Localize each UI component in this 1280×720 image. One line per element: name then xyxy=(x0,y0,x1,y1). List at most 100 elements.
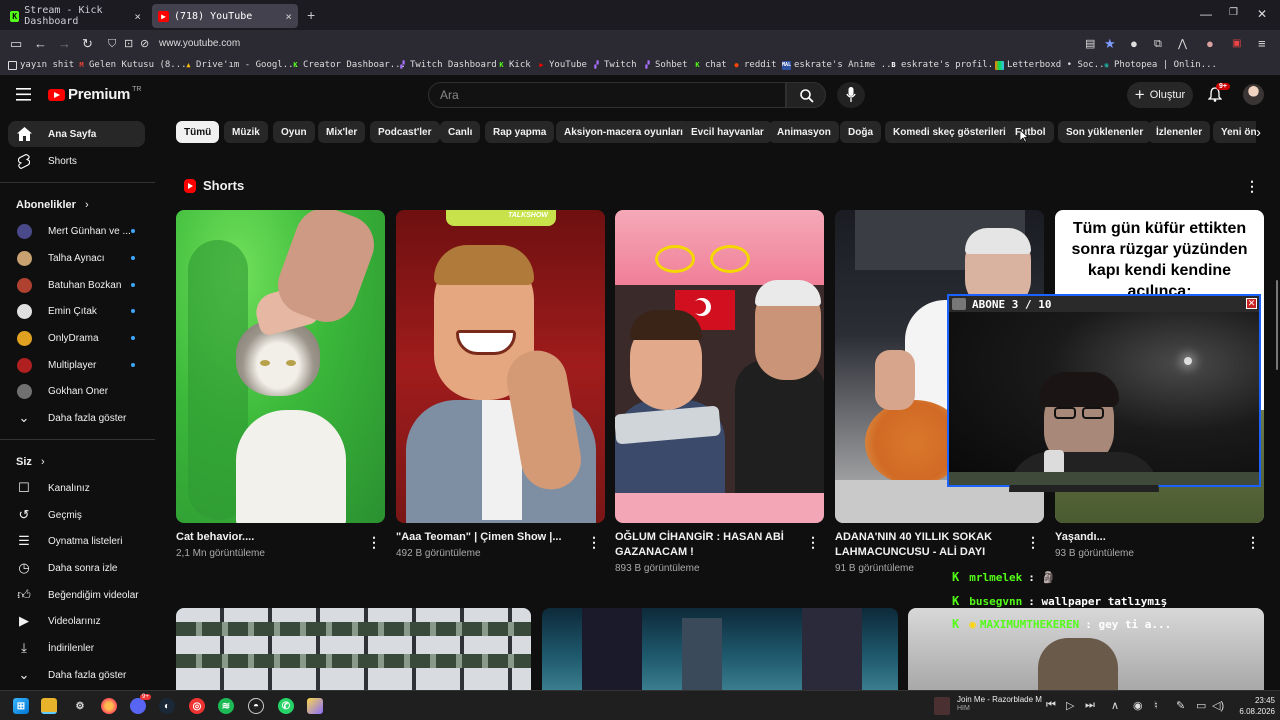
shield-icon[interactable]: ⛉ xyxy=(108,37,116,51)
chip-scroll-right-icon[interactable]: › xyxy=(1256,121,1270,143)
sidebar-item-your-videos[interactable]: ▶ Videolarınız xyxy=(8,608,145,634)
new-tab-button[interactable]: + xyxy=(307,7,315,23)
chip[interactable]: Animasyon xyxy=(769,121,839,143)
subscription-item[interactable]: Gokhan Oner xyxy=(8,378,145,404)
bookmark-item[interactable]: M Gelen Kutusu (8... xyxy=(77,60,186,70)
file-explorer-icon[interactable] xyxy=(41,698,57,714)
subscription-item[interactable]: OnlyDrama xyxy=(8,325,145,351)
sidebar-item-watch-later[interactable]: ◷ Daha sonra izle xyxy=(8,555,145,581)
sidebar-item-liked-videos[interactable]: 👍︎ Beğendiğim videolar xyxy=(8,582,145,608)
show-more-subscriptions[interactable]: ⌄ Daha fazla göster xyxy=(8,405,145,431)
steam-icon[interactable]: ◐ xyxy=(159,698,175,714)
bookmark-item[interactable]: Beskrate's profil... xyxy=(889,60,1004,70)
restore-icon[interactable]: ❐ xyxy=(1229,7,1238,18)
chip[interactable]: Son yüklenenler xyxy=(1058,121,1152,143)
volume-icon[interactable]: ◁) xyxy=(1212,699,1224,712)
bookmark-item[interactable]: ▞ Twitch Dashboard xyxy=(398,60,496,70)
shelf-more-icon[interactable]: ⋮ xyxy=(1245,178,1259,195)
app-icon[interactable] xyxy=(307,698,323,714)
ublock-icon[interactable]: ▣ xyxy=(1232,37,1241,51)
spotify-icon[interactable]: ≋ xyxy=(218,698,234,714)
subscription-item[interactable]: Talha Aynacı xyxy=(8,245,145,271)
search-input[interactable] xyxy=(429,83,785,107)
next-track-icon[interactable]: ⏭ xyxy=(1085,699,1095,712)
account-avatar[interactable] xyxy=(1243,84,1264,105)
permissions-icon[interactable]: ⊘ xyxy=(140,37,149,51)
short-menu-icon[interactable]: ⋮ xyxy=(1026,534,1040,551)
chip[interactable]: Canlı xyxy=(440,121,481,143)
tray-app-icon[interactable]: ◉ xyxy=(1133,699,1143,712)
chip[interactable]: Yeni ön xyxy=(1213,121,1257,143)
video-thumbnail[interactable] xyxy=(176,608,531,690)
firefox-icon[interactable] xyxy=(101,698,117,714)
tab-kick-dashboard[interactable]: K Stream - Kick Dashboard × xyxy=(4,4,147,28)
short-title[interactable]: ADANA'NIN 40 YILLIK SOKAK LAHMACUNCUSU -… xyxy=(835,530,1015,560)
discord-icon[interactable] xyxy=(130,698,146,714)
extension-icon[interactable]: ⋀ xyxy=(1178,37,1187,51)
chip[interactable]: Mix'ler xyxy=(318,121,366,143)
bookmark-item[interactable]: Kchat xyxy=(693,60,726,70)
whatsapp-icon[interactable]: ✆ xyxy=(278,698,294,714)
short-title[interactable]: Cat behavior.... xyxy=(176,530,356,545)
url-bar[interactable]: www.youtube.com xyxy=(159,38,240,49)
display-icon[interactable]: ▭ xyxy=(1196,699,1206,712)
bookmark-item[interactable]: Letterboxd • Soc... xyxy=(995,60,1110,70)
menu-icon[interactable]: ≡ xyxy=(1258,37,1266,51)
sidebar-item-history[interactable]: ↺ Geçmiş xyxy=(8,502,145,528)
sidebar-item-shorts[interactable]: Shorts xyxy=(8,148,145,174)
short-title[interactable]: OĞLUM CİHANGİR : HASAN ABİ GAZANACAM ! xyxy=(615,530,795,560)
chip-all[interactable]: Tümü xyxy=(176,121,220,143)
pen-icon[interactable]: ✎ xyxy=(1176,699,1185,712)
extension-avatar-icon[interactable]: ● xyxy=(1130,37,1138,51)
close-icon[interactable]: × xyxy=(285,10,292,23)
search-button[interactable] xyxy=(786,82,826,108)
play-icon[interactable]: ▷ xyxy=(1066,699,1074,712)
short-thumbnail[interactable] xyxy=(615,210,824,523)
clock[interactable]: 23:45 6.08.2026 xyxy=(1233,695,1275,717)
short-menu-icon[interactable]: ⋮ xyxy=(367,534,381,551)
window-close-icon[interactable]: ✕ xyxy=(1257,7,1267,21)
forward-icon[interactable]: → xyxy=(58,37,71,51)
github-icon[interactable]: ◓ xyxy=(248,698,264,714)
short-menu-icon[interactable]: ⋮ xyxy=(1246,534,1260,551)
reload-icon[interactable]: ↻ xyxy=(82,37,93,51)
video-thumbnail[interactable] xyxy=(542,608,898,690)
extensions-icon[interactable]: ⧉ xyxy=(1154,37,1162,51)
voice-search-button[interactable] xyxy=(837,82,865,108)
subscription-item[interactable]: Batuhan Bozkan xyxy=(8,272,145,298)
short-thumbnail[interactable] xyxy=(176,210,385,523)
bookmark-star-icon[interactable]: ★ xyxy=(1104,37,1116,51)
subscription-item[interactable]: Mert Günhan ve ... xyxy=(8,218,145,244)
bookmark-item[interactable]: ▞ Sohbet xyxy=(643,60,687,70)
chip[interactable]: Futbol xyxy=(1007,121,1054,143)
bookmark-item[interactable]: ◉ Photopea | Onlin... xyxy=(1102,60,1217,70)
minimize-icon[interactable]: — xyxy=(1200,7,1212,21)
sidebar-toggle-icon[interactable]: ▭ xyxy=(10,37,22,51)
you-header[interactable]: Siz › xyxy=(16,456,45,468)
create-button[interactable]: + Oluştur xyxy=(1127,82,1193,108)
bookmark-item[interactable]: ▞ Twitch xyxy=(592,60,636,70)
chip[interactable]: Rap yapma xyxy=(485,121,555,143)
bookmark-item[interactable]: ▶ YouTube xyxy=(537,60,587,70)
short-title[interactable]: Yaşandı... xyxy=(1055,530,1235,545)
profile-icon[interactable]: ● xyxy=(1206,37,1214,51)
bookmark-item[interactable]: ▲ Drive'ım - Googl... xyxy=(184,60,299,70)
tray-overflow-icon[interactable]: ∧ xyxy=(1111,699,1119,712)
settings-icon[interactable]: ⚙ xyxy=(72,698,88,714)
bookmark-item[interactable]: yayın shit xyxy=(8,60,74,70)
chip[interactable]: Komedi skeç gösterileri xyxy=(885,121,1014,143)
bookmark-item[interactable]: ● reddit xyxy=(732,60,776,70)
youtube-logo[interactable]: Premium TR xyxy=(48,86,141,103)
page-scrollbar[interactable] xyxy=(1276,280,1278,370)
sidebar-item-playlists[interactable]: ☰ Oynatma listeleri xyxy=(8,528,145,554)
chip[interactable]: Doğa xyxy=(840,121,881,143)
sidebar-item-home[interactable]: Ana Sayfa xyxy=(8,121,145,147)
hamburger-menu-icon[interactable] xyxy=(16,88,31,101)
bookmark-item[interactable]: MAL eskrate's Anime ... xyxy=(782,60,897,70)
short-thumbnail[interactable]: TALKSHOW xyxy=(396,210,605,523)
microphone-icon[interactable]: ♮ xyxy=(1154,699,1158,712)
bookmark-item[interactable]: K Kick xyxy=(497,60,530,70)
tab-youtube[interactable]: ▶ (718) YouTube × xyxy=(152,4,298,28)
short-title[interactable]: "Aaa Teoman" | Çimen Show |... xyxy=(396,530,576,545)
obs-icon[interactable]: ◎ xyxy=(189,698,205,714)
